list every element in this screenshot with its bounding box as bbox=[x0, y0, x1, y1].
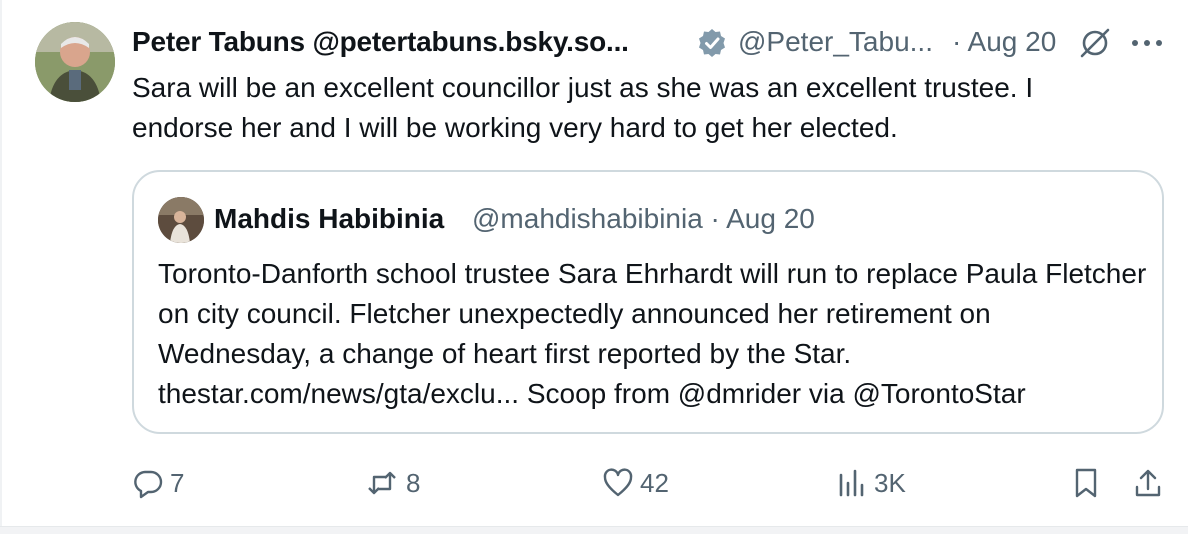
author-avatar[interactable] bbox=[35, 22, 115, 102]
like-count: 42 bbox=[640, 467, 669, 498]
post-text: Sara will be an excellent councillor jus… bbox=[132, 72, 1034, 143]
reply-count: 7 bbox=[170, 467, 185, 498]
author-handle[interactable]: @Peter_Tabu... bbox=[738, 26, 933, 58]
grok-icon[interactable] bbox=[1078, 26, 1112, 60]
views-button[interactable]: 3K bbox=[836, 460, 906, 506]
divider bbox=[0, 0, 2, 526]
share-button[interactable] bbox=[1132, 460, 1164, 506]
quoted-post-text: Toronto-Danforth school trustee Sara Ehr… bbox=[158, 258, 1147, 409]
post[interactable]: Peter Tabuns @petertabuns.bsky.so... @Pe… bbox=[0, 0, 1188, 526]
repost-count: 8 bbox=[406, 467, 421, 498]
reply-icon bbox=[134, 470, 163, 499]
more-icon[interactable] bbox=[1127, 26, 1167, 60]
quoted-author-avatar[interactable] bbox=[158, 197, 204, 243]
verified-badge-icon bbox=[697, 28, 727, 58]
like-button[interactable]: 42 bbox=[602, 460, 669, 506]
reply-button[interactable]: 7 bbox=[132, 460, 184, 506]
action-bar: 7 8 42 3K bbox=[0, 460, 1188, 510]
repost-icon bbox=[368, 471, 396, 495]
bookmark-button[interactable] bbox=[1070, 460, 1102, 506]
views-icon bbox=[839, 469, 864, 497]
post-header: Peter Tabuns @petertabuns.bsky.so... @Pe… bbox=[132, 22, 1172, 64]
divider bbox=[0, 526, 1188, 534]
like-icon bbox=[603, 468, 633, 497]
quoted-author-handle[interactable]: @mahdishabibinia · Aug 20 bbox=[472, 203, 815, 235]
share-icon bbox=[1135, 469, 1161, 497]
author-name[interactable]: Peter Tabuns @petertabuns.bsky.so... bbox=[132, 26, 629, 58]
post-date[interactable]: · Aug 20 bbox=[952, 26, 1056, 58]
quoted-post[interactable]: Mahdis Habibinia @mahdishabibinia · Aug … bbox=[132, 170, 1164, 434]
bookmark-icon bbox=[1075, 468, 1097, 498]
quoted-author-name[interactable]: Mahdis Habibinia bbox=[214, 203, 444, 235]
views-count: 3K bbox=[874, 467, 906, 498]
repost-button[interactable]: 8 bbox=[364, 460, 420, 506]
